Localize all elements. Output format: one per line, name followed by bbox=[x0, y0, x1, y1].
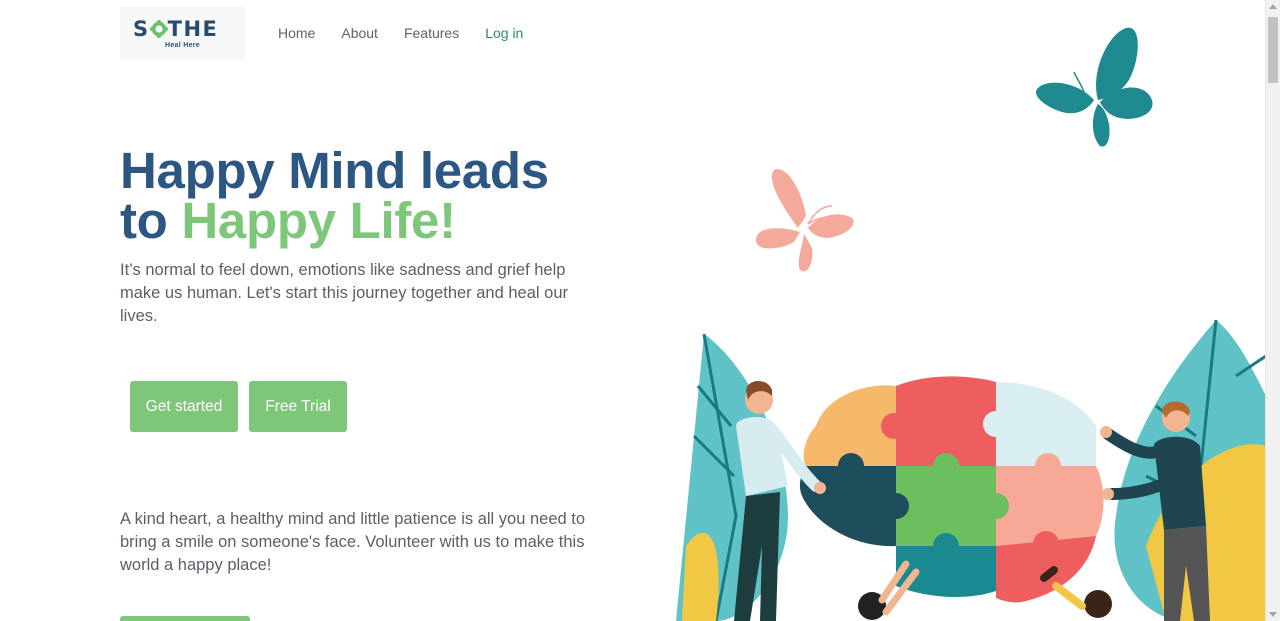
scroll-down-arrow-icon[interactable] bbox=[1269, 612, 1277, 617]
scrollbar-thumb[interactable] bbox=[1268, 17, 1278, 83]
main-nav: Home About Features Log in bbox=[278, 25, 549, 41]
scroll-up-arrow-icon[interactable] bbox=[1269, 4, 1277, 9]
hero-headline: Happy Mind leads to Happy Life! bbox=[120, 145, 549, 249]
butterfly-icon bbox=[1036, 27, 1153, 147]
volunteer-button[interactable] bbox=[120, 616, 250, 621]
headline-to: to bbox=[120, 192, 182, 249]
nav-features[interactable]: Features bbox=[404, 25, 459, 41]
puzzle-brain-illustration bbox=[676, 319, 1266, 621]
nav-about[interactable]: About bbox=[341, 25, 378, 41]
butterfly-icon bbox=[756, 169, 854, 272]
volunteer-text: A kind heart, a healthy mind and little … bbox=[120, 510, 586, 574]
nav-home[interactable]: Home bbox=[278, 25, 315, 41]
lotus-icon bbox=[149, 20, 168, 38]
headline-line1: Happy Mind leads bbox=[120, 142, 549, 199]
get-started-button[interactable]: Get started bbox=[130, 381, 238, 432]
hero-lead: It’s normal to feel down, emotions like … bbox=[120, 261, 568, 325]
logo-wordmark: S THE bbox=[133, 17, 218, 41]
logo[interactable]: S THE Heal Here bbox=[120, 6, 245, 60]
logo-letter-s: S bbox=[133, 17, 150, 41]
headline-highlight: Happy Life! bbox=[181, 192, 456, 249]
logo-letters-the: THE bbox=[167, 17, 219, 41]
nav-login[interactable]: Log in bbox=[485, 25, 523, 41]
free-trial-button[interactable]: Free Trial bbox=[249, 381, 347, 432]
logo-tagline: Heal Here bbox=[165, 42, 200, 49]
vertical-scrollbar[interactable] bbox=[1265, 0, 1280, 621]
